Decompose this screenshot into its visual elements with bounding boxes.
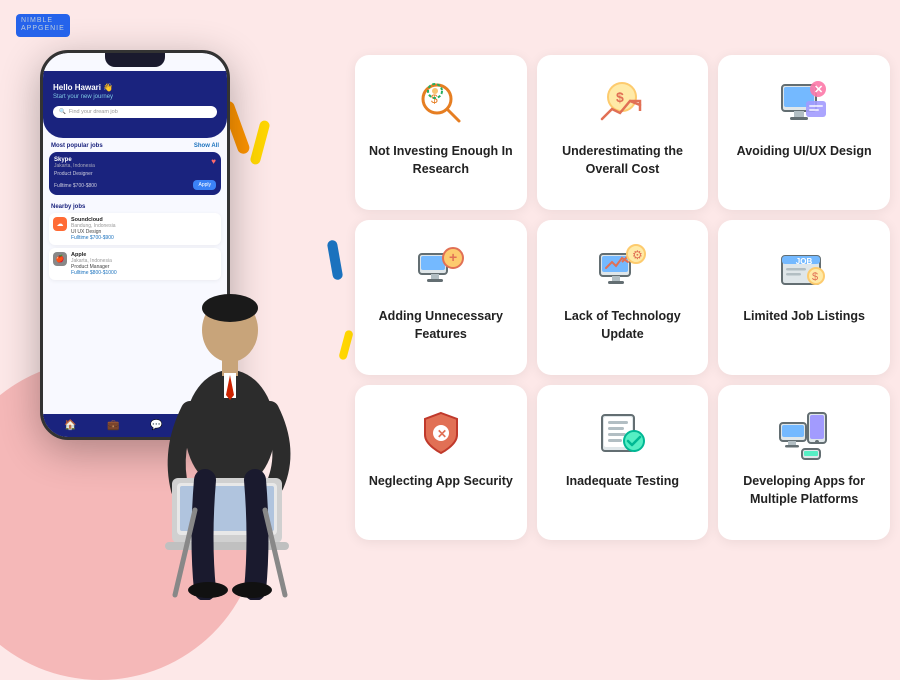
deco-yellow-2	[338, 329, 353, 360]
card-tech[interactable]: ⚙ Lack of Technology Update	[537, 220, 709, 375]
card-jobs[interactable]: JOB $ Limited Job Listings	[718, 220, 890, 375]
apply-button[interactable]: Apply	[193, 180, 216, 190]
phone-header: Hello Hawari 👋 Start your new journey 🔍 …	[43, 71, 227, 138]
card-features-label: Adding Unnecessary Features	[367, 308, 515, 343]
soundcloud-icon: ☁	[53, 217, 67, 231]
job1-role: Product Designer	[54, 171, 216, 177]
svg-text:⚙: ⚙	[632, 248, 643, 262]
logo-box: NIMBLE APPGENIE	[16, 14, 70, 37]
svg-text:JOB: JOB	[796, 257, 813, 266]
svg-text:$: $	[812, 271, 818, 283]
card-cost-label: Underestimating the Overall Cost	[549, 143, 697, 178]
apple-icon: 🍎	[53, 252, 67, 266]
card-uiux[interactable]: ✕ Avoiding UI/UX Design	[718, 55, 890, 210]
phone-search[interactable]: 🔍 Find your dream job	[53, 106, 217, 118]
search-icon: 🔍	[59, 109, 66, 115]
card-research-label: Not Investing Enough In Research	[367, 143, 515, 178]
platforms-icon	[774, 403, 834, 463]
phone-section: Hello Hawari 👋 Start your new journey 🔍 …	[10, 40, 350, 600]
tech-icon: ⚙	[592, 238, 652, 298]
card-security[interactable]: ✕ Neglecting App Security	[355, 385, 527, 540]
job3-info: Apple Jakarta, Indonesia Product Manager…	[71, 252, 117, 276]
search-placeholder: Find your dream job	[69, 109, 118, 115]
job1-location: Jakarta, Indonesia	[54, 163, 95, 169]
card-uiux-label: Avoiding UI/UX Design	[737, 143, 872, 161]
jobs-icon: JOB $	[774, 238, 834, 298]
card-platforms-label: Developing Apps for Multiple Platforms	[730, 473, 878, 508]
deco-yellow-1	[249, 119, 270, 165]
card-security-label: Neglecting App Security	[369, 473, 513, 491]
research-icon: $	[411, 73, 471, 133]
features-icon: +	[411, 238, 471, 298]
card-cost[interactable]: $ Underestimating the Overall Cost	[537, 55, 709, 210]
svg-text:✕: ✕	[437, 427, 447, 441]
security-icon: ✕	[411, 403, 471, 463]
popular-jobs-title: Most popular jobs Show All	[43, 138, 227, 152]
home-nav-icon[interactable]: 🏠	[64, 420, 76, 431]
phone-notch	[105, 53, 165, 67]
person-illustration	[120, 230, 340, 600]
svg-text:+: +	[449, 249, 457, 265]
briefcase-nav-icon[interactable]: 💼	[107, 420, 119, 431]
nearby-jobs-title: Nearby jobs	[43, 199, 227, 213]
card-testing-label: Inadequate Testing	[566, 473, 679, 491]
svg-text:$: $	[616, 89, 624, 105]
logo: NIMBLE APPGENIE	[16, 14, 70, 37]
svg-text:$: $	[431, 92, 438, 106]
uiux-icon: ✕	[774, 73, 834, 133]
card-platforms[interactable]: Developing Apps for Multiple Platforms	[718, 385, 890, 540]
logo-line1: NIMBLE	[21, 17, 65, 25]
card-jobs-label: Limited Job Listings	[743, 308, 865, 326]
card-tech-label: Lack of Technology Update	[549, 308, 697, 343]
svg-text:✕: ✕	[814, 84, 823, 96]
job2-info: Soundcloud Bandung, Indonesia UI UX Desi…	[71, 217, 115, 241]
job1-salary: Fulltime $700-$800	[54, 183, 97, 189]
favorite-icon[interactable]: ♥	[211, 157, 216, 166]
testing-icon	[592, 403, 652, 463]
logo-line2: APPGENIE	[21, 25, 65, 33]
cards-grid: $ Not Investing Enough In Research $ Und…	[355, 55, 890, 540]
phone-subtitle: Start your new journey	[53, 94, 217, 100]
card-features[interactable]: + Adding Unnecessary Features	[355, 220, 527, 375]
phone-greeting: Hello Hawari 👋	[53, 83, 217, 92]
featured-job-card[interactable]: Skype Jakarta, Indonesia ♥ Product Desig…	[49, 152, 221, 195]
cost-icon: $	[592, 73, 652, 133]
card-testing[interactable]: Inadequate Testing	[537, 385, 709, 540]
card-research[interactable]: $ Not Investing Enough In Research	[355, 55, 527, 210]
